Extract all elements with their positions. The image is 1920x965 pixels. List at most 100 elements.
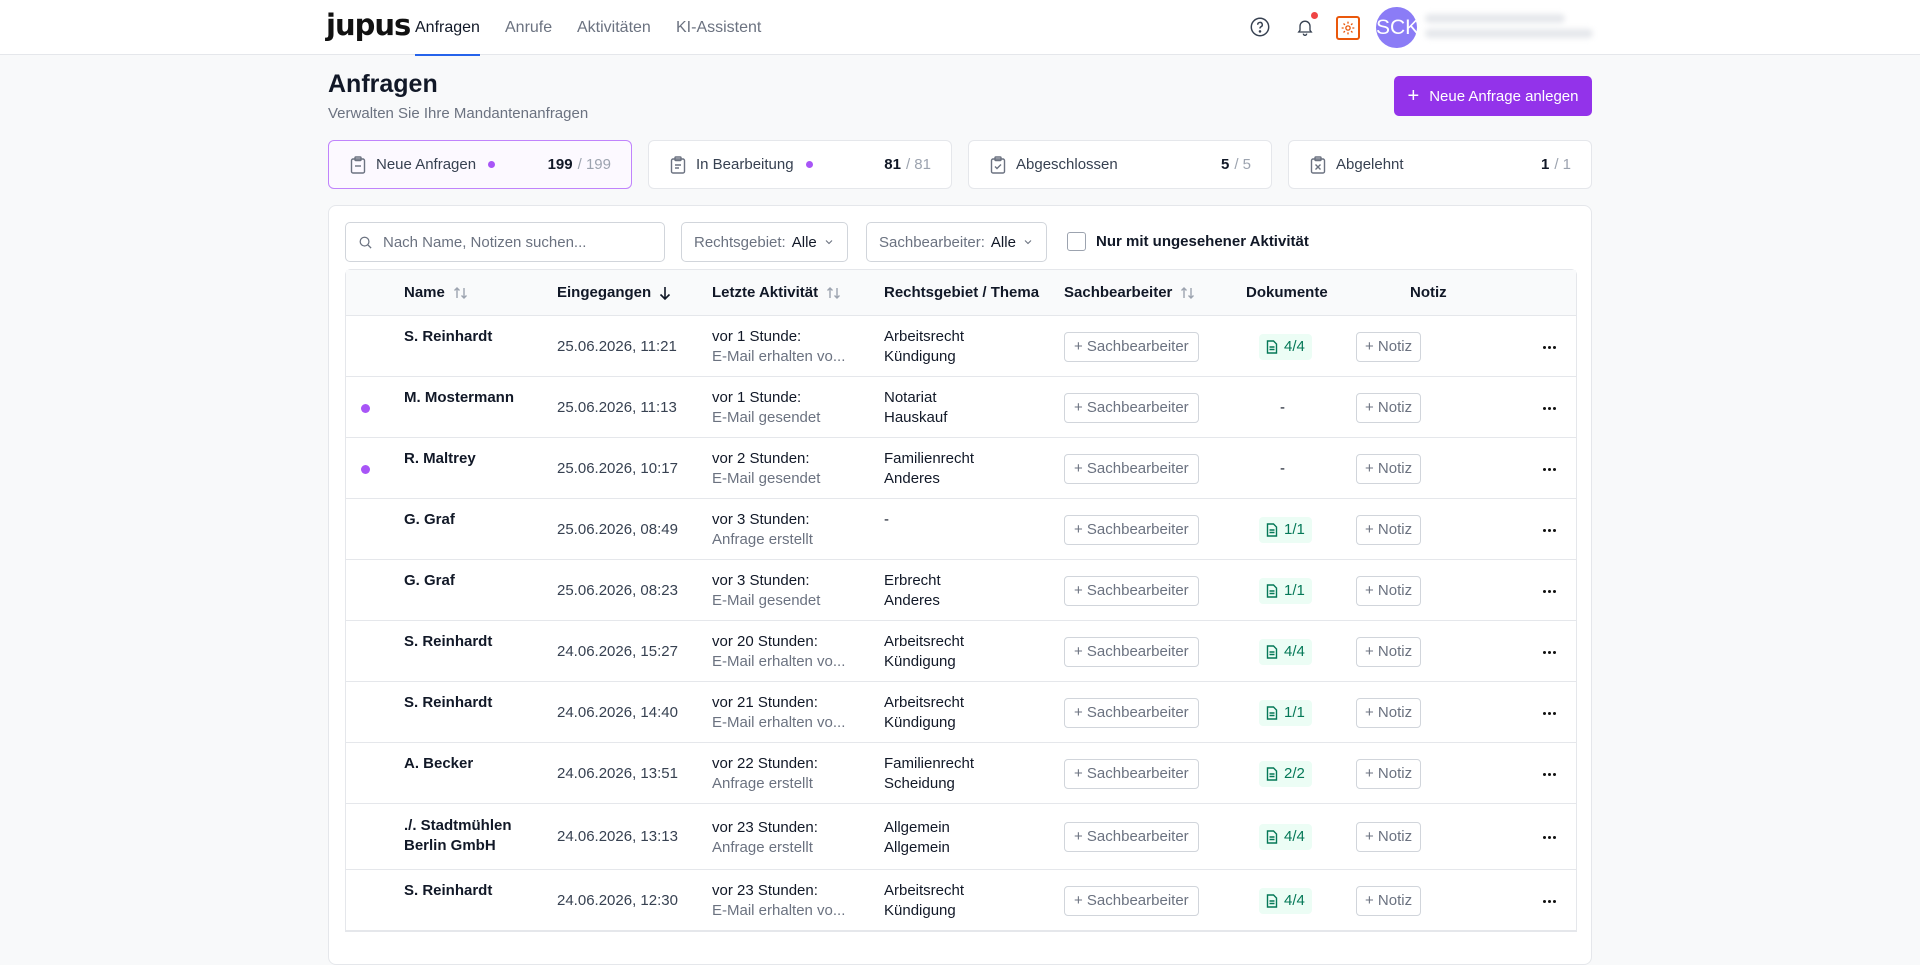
assign-handler-button[interactable]: + Sachbearbeiter — [1064, 332, 1199, 362]
unseen-activity-toggle[interactable]: Nur mit ungesehener Aktivität — [1067, 232, 1309, 251]
table-row[interactable]: S. Reinhardt 24.06.2026, 12:30 vor 23 Stun… — [346, 870, 1576, 931]
add-note-button[interactable]: + Notiz — [1356, 515, 1422, 545]
status-label: In Bearbeitung — [696, 156, 794, 173]
add-note-button[interactable]: + Notiz — [1356, 886, 1422, 916]
documents-badge[interactable]: 1/1 — [1259, 578, 1312, 604]
settings-icon[interactable] — [1336, 16, 1360, 40]
client-name[interactable]: G. Graf — [404, 510, 534, 530]
more-options-icon[interactable] — [1539, 764, 1559, 784]
area-cell: Familienrecht Anderes — [884, 449, 974, 489]
table-row[interactable]: M. Mostermann 25.06.2026, 11:13 vor 1 Stun… — [346, 377, 1576, 438]
table-header: Name Eingegangen Letzte Aktivität Rechts… — [346, 270, 1576, 316]
column-rechtsgebiet-label: Rechtsgebiet / Thema — [884, 284, 1040, 301]
more-options-icon[interactable] — [1539, 703, 1559, 723]
more-options-icon[interactable] — [1539, 459, 1559, 479]
more-options-icon[interactable] — [1539, 827, 1559, 847]
documents-badge[interactable]: 1/1 — [1259, 517, 1312, 543]
add-note-button[interactable]: + Notiz — [1356, 822, 1422, 852]
activity-description: E-Mail erhalten vo... — [712, 653, 846, 670]
documents-badge[interactable]: 4/4 — [1259, 824, 1312, 850]
assign-handler-button[interactable]: + Sachbearbeiter — [1064, 576, 1199, 606]
document-icon — [1266, 645, 1278, 659]
column-letzte-aktivitaet[interactable]: Letzte Aktivität — [712, 270, 842, 316]
status-card-neue-anfragen[interactable]: Neue Anfragen 199 / 199 — [328, 140, 632, 189]
client-name[interactable]: M. Mostermann — [404, 388, 534, 408]
add-note-button[interactable]: + Notiz — [1356, 637, 1422, 667]
assign-handler-button[interactable]: + Sachbearbeiter — [1064, 822, 1199, 852]
status-label: Abgeschlossen — [1016, 156, 1118, 173]
tab-ki-assistent[interactable]: KI-Assistent — [676, 0, 761, 55]
status-card-abgelehnt[interactable]: Abgelehnt 1 / 1 — [1288, 140, 1592, 189]
assign-handler-button[interactable]: + Sachbearbeiter — [1064, 637, 1199, 667]
table-row[interactable]: S. Reinhardt 25.06.2026, 11:21 vor 1 Stund… — [346, 316, 1576, 377]
documents-count: 1/1 — [1284, 521, 1305, 538]
add-note-button[interactable]: + Notiz — [1356, 393, 1422, 423]
status-label: Neue Anfragen — [376, 156, 477, 173]
legal-area: Familienrecht — [884, 450, 975, 467]
assign-handler-button[interactable]: + Sachbearbeiter — [1064, 454, 1199, 484]
column-eingegangen[interactable]: Eingegangen — [557, 270, 671, 316]
more-options-icon[interactable] — [1539, 337, 1559, 357]
assign-handler-button[interactable]: + Sachbearbeiter — [1064, 759, 1199, 789]
more-options-icon[interactable] — [1539, 642, 1559, 662]
column-sachbearbeiter[interactable]: Sachbearbeiter — [1064, 270, 1196, 316]
new-inquiry-button[interactable]: + Neue Anfrage anlegen — [1394, 76, 1592, 116]
search-box[interactable] — [345, 222, 665, 262]
documents-badge[interactable]: 1/1 — [1259, 700, 1312, 726]
add-note-button[interactable]: + Notiz — [1356, 759, 1422, 789]
table-row[interactable]: S. Reinhardt 24.06.2026, 15:27 vor 20 Stun… — [346, 621, 1576, 682]
column-name[interactable]: Name — [404, 270, 469, 316]
avatar[interactable]: SCK — [1376, 7, 1419, 48]
status-card-abgeschlossen[interactable]: Abgeschlossen 5 / 5 — [968, 140, 1272, 189]
client-name[interactable]: ./. Stadtmühlen Berlin GmbH — [404, 816, 534, 856]
client-name[interactable]: S. Reinhardt — [404, 327, 534, 347]
unseen-activity-checkbox[interactable] — [1067, 232, 1086, 251]
tab-anrufe[interactable]: Anrufe — [505, 0, 552, 55]
documents-badge[interactable]: 4/4 — [1259, 888, 1312, 914]
assign-handler-button[interactable]: + Sachbearbeiter — [1064, 393, 1199, 423]
document-icon — [1266, 830, 1278, 844]
assign-handler-button[interactable]: + Sachbearbeiter — [1064, 886, 1199, 916]
assign-handler-button[interactable]: + Sachbearbeiter — [1064, 515, 1199, 545]
status-card-in-bearbeitung[interactable]: In Bearbeitung 81 / 81 — [648, 140, 952, 189]
client-name[interactable]: G. Graf — [404, 571, 534, 591]
client-name[interactable]: S. Reinhardt — [404, 632, 534, 652]
client-name[interactable]: S. Reinhardt — [404, 693, 534, 713]
sachbearbeiter-filter[interactable]: Sachbearbeiter: Alle — [866, 222, 1047, 262]
documents-badge[interactable]: 2/2 — [1259, 761, 1312, 787]
table-row[interactable]: G. Graf 25.06.2026, 08:23 vor 3 Stunden: E-… — [346, 560, 1576, 621]
more-options-icon[interactable] — [1539, 891, 1559, 911]
help-icon[interactable] — [1248, 15, 1272, 39]
area-cell: Arbeitsrecht Kündigung — [884, 881, 964, 921]
tab-aktivitaeten[interactable]: Aktivitäten — [577, 0, 651, 55]
more-options-icon[interactable] — [1539, 520, 1559, 540]
add-note-button[interactable]: + Notiz — [1356, 332, 1422, 362]
table-row[interactable]: ./. Stadtmühlen Berlin GmbH 24.06.2026, 1… — [346, 804, 1576, 870]
client-name[interactable]: R. Maltrey — [404, 449, 534, 469]
activity-cell: vor 3 Stunden: E-Mail gesendet — [712, 571, 820, 611]
status-count: 5 — [1220, 156, 1230, 173]
assign-handler-button[interactable]: + Sachbearbeiter — [1064, 698, 1199, 728]
documents-badge[interactable]: 4/4 — [1259, 334, 1312, 360]
client-name[interactable]: S. Reinhardt — [404, 881, 534, 901]
activity-cell: vor 2 Stunden: E-Mail gesendet — [712, 449, 820, 489]
app-logo[interactable]: jupus — [326, 8, 411, 42]
table-row[interactable]: R. Maltrey 25.06.2026, 10:17 vor 2 Stunden… — [346, 438, 1576, 499]
more-options-icon[interactable] — [1539, 398, 1559, 418]
client-name[interactable]: A. Becker — [404, 754, 534, 774]
add-note-button[interactable]: + Notiz — [1356, 576, 1422, 606]
user-info-redacted[interactable] — [1425, 14, 1595, 46]
table-row[interactable]: G. Graf 25.06.2026, 08:49 vor 3 Stunden: An… — [346, 499, 1576, 560]
table-row[interactable]: S. Reinhardt 24.06.2026, 14:40 vor 21 Stun… — [346, 682, 1576, 743]
search-input[interactable] — [383, 233, 653, 251]
rechtsgebiet-filter[interactable]: Rechtsgebiet: Alle — [681, 222, 848, 262]
add-note-button[interactable]: + Notiz — [1356, 698, 1422, 728]
documents-badge[interactable]: 4/4 — [1259, 639, 1312, 665]
activity-time: vor 2 Stunden: — [712, 450, 810, 467]
column-dokumente: Dokumente — [1246, 270, 1328, 316]
more-options-icon[interactable] — [1539, 581, 1559, 601]
notification-indicator — [1311, 12, 1318, 19]
add-note-button[interactable]: + Notiz — [1356, 454, 1422, 484]
table-row[interactable]: A. Becker 24.06.2026, 13:51 vor 22 Stunden… — [346, 743, 1576, 804]
tab-anfragen[interactable]: Anfragen — [415, 0, 480, 56]
